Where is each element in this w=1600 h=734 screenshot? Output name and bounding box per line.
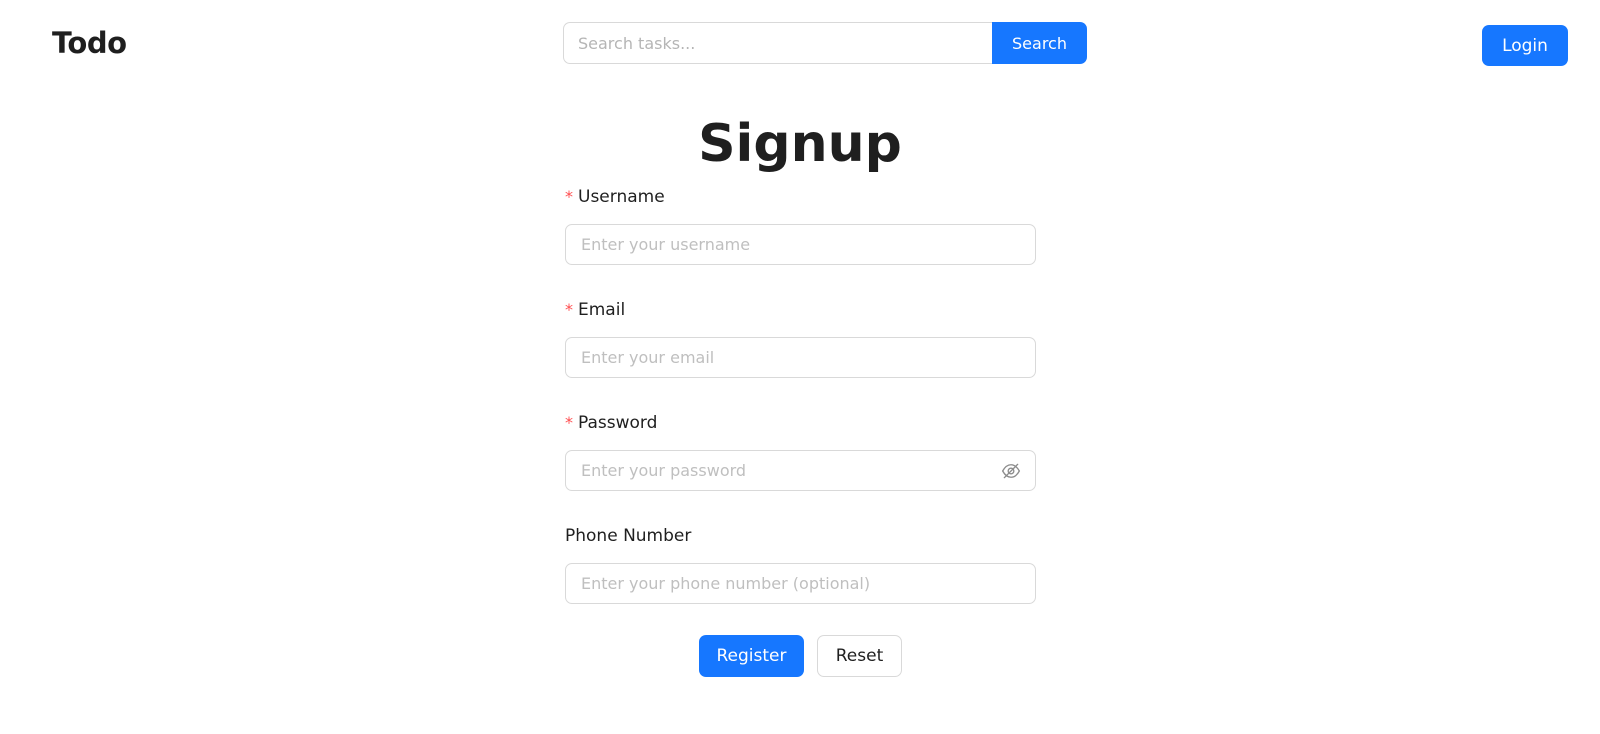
password-label: * Password [565, 412, 657, 434]
search-button[interactable]: Search [992, 22, 1087, 64]
required-mark: * [565, 413, 573, 432]
username-field-wrapper [565, 224, 1036, 265]
search-input[interactable] [563, 22, 992, 64]
email-label: * Email [565, 299, 625, 321]
login-button[interactable]: Login [1482, 25, 1568, 66]
phone-label: Phone Number [565, 526, 692, 546]
phone-input[interactable] [566, 564, 1035, 603]
email-label-text: Email [578, 300, 626, 320]
reset-button[interactable]: Reset [817, 635, 902, 677]
register-button[interactable]: Register [699, 635, 804, 677]
eye-invisible-icon[interactable] [1001, 461, 1021, 481]
search-bar: Search [563, 22, 1087, 64]
username-label-text: Username [578, 187, 665, 207]
password-input[interactable] [566, 451, 1035, 490]
username-input[interactable] [566, 225, 1035, 264]
email-input[interactable] [566, 338, 1035, 377]
required-mark: * [565, 300, 573, 319]
required-mark: * [565, 187, 573, 206]
app-logo[interactable]: Todo [52, 26, 127, 60]
username-label: * Username [565, 186, 665, 208]
page-title: Signup [698, 114, 902, 174]
password-field-wrapper [565, 450, 1036, 491]
password-label-text: Password [578, 413, 658, 433]
phone-field-wrapper [565, 563, 1036, 604]
email-field-wrapper [565, 337, 1036, 378]
